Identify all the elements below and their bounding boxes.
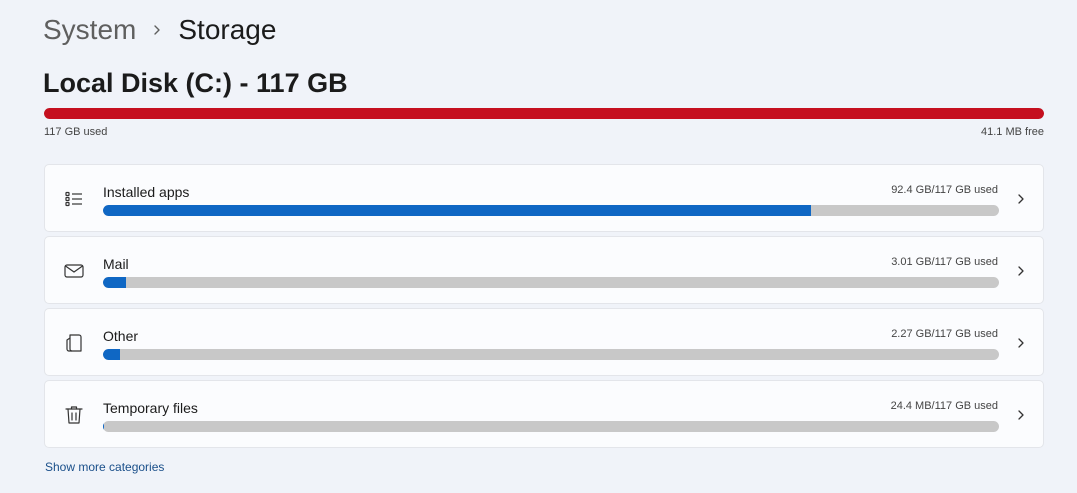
category-usage-bar-fill xyxy=(103,349,121,360)
breadcrumb-system[interactable]: System xyxy=(43,14,136,46)
breadcrumb: System Storage xyxy=(43,10,276,50)
disk-usage-bar xyxy=(44,108,1044,119)
category-label: Installed apps xyxy=(103,184,190,200)
category-other[interactable]: Other 2.27 GB/117 GB used xyxy=(44,308,1044,376)
category-usage-bar xyxy=(103,421,999,432)
category-installed-apps[interactable]: Installed apps 92.4 GB/117 GB used xyxy=(44,164,1044,232)
disk-free-label: 41.1 MB free xyxy=(981,126,1044,138)
category-label: Temporary files xyxy=(103,400,198,416)
mail-icon xyxy=(63,260,85,282)
chevron-right-icon xyxy=(136,10,178,50)
category-usage-bar xyxy=(103,349,999,360)
category-usage: 92.4 GB/117 GB used xyxy=(891,184,998,196)
category-temporary-files[interactable]: Temporary files 24.4 MB/117 GB used xyxy=(44,380,1044,448)
category-usage-bar xyxy=(103,205,999,216)
chevron-right-icon xyxy=(1013,191,1029,207)
show-more-categories-link[interactable]: Show more categories xyxy=(45,460,164,474)
category-usage: 2.27 GB/117 GB used xyxy=(891,328,998,340)
trash-icon xyxy=(63,404,85,426)
list-icon xyxy=(63,188,85,210)
disk-usage-bar-fill xyxy=(44,108,1044,119)
category-label: Mail xyxy=(103,256,129,272)
disk-used-label: 117 GB used xyxy=(44,126,108,138)
category-usage: 3.01 GB/117 GB used xyxy=(891,256,998,268)
category-list: Installed apps 92.4 GB/117 GB used Mail … xyxy=(44,164,1044,452)
category-usage-bar-fill xyxy=(103,205,811,216)
chevron-right-icon xyxy=(1013,263,1029,279)
document-icon xyxy=(63,332,85,354)
chevron-right-icon xyxy=(1013,335,1029,351)
category-mail[interactable]: Mail 3.01 GB/117 GB used xyxy=(44,236,1044,304)
chevron-right-icon xyxy=(1013,407,1029,423)
category-usage-bar xyxy=(103,277,999,288)
page-title: Storage xyxy=(178,14,277,45)
category-usage: 24.4 MB/117 GB used xyxy=(890,400,998,412)
category-label: Other xyxy=(103,328,139,344)
category-usage-bar-fill xyxy=(103,277,127,288)
disk-title: Local Disk (C:) - 117 GB xyxy=(43,68,348,98)
